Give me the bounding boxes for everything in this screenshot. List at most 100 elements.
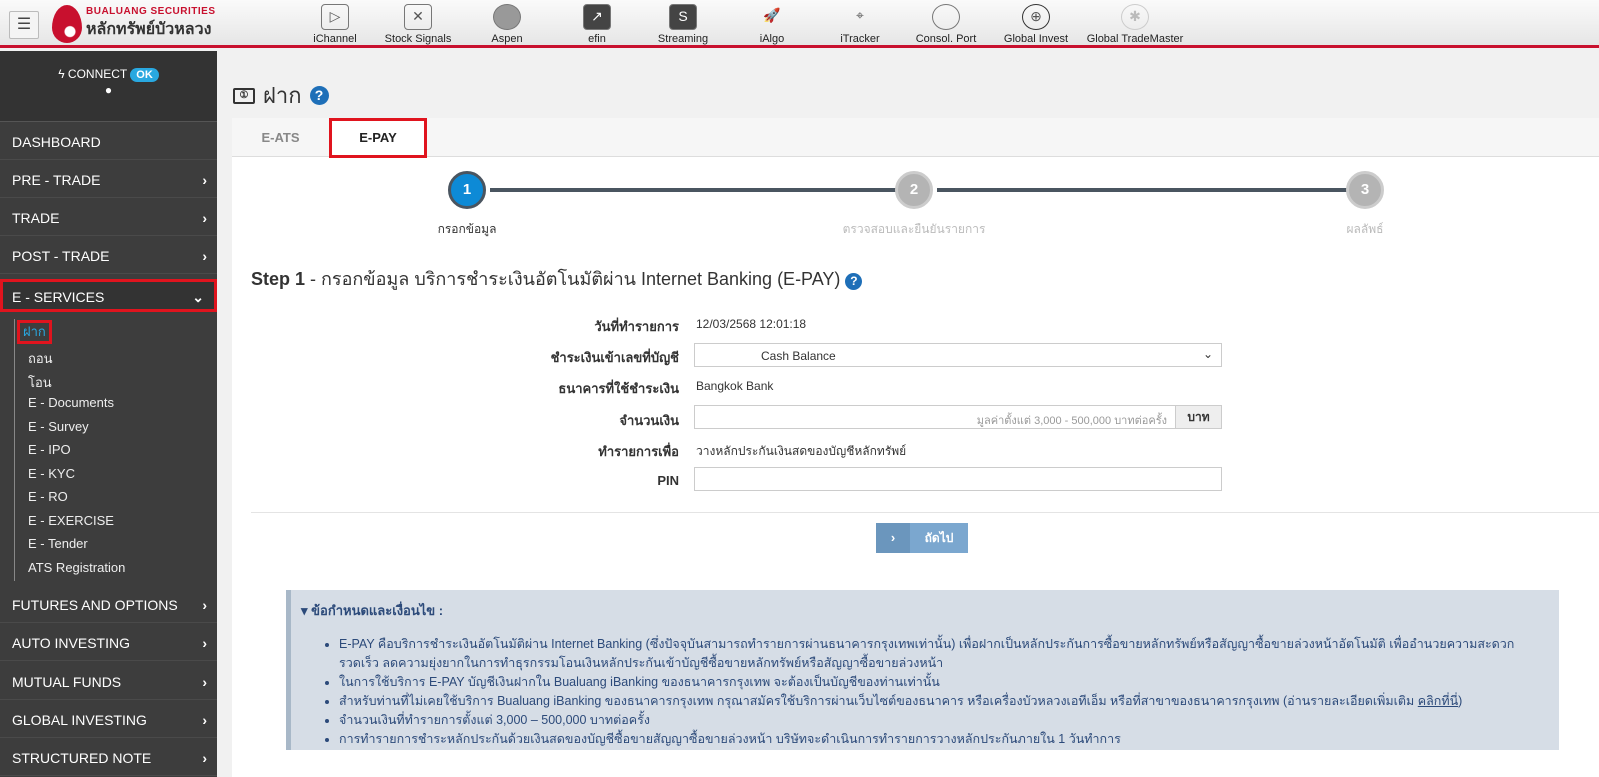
step-2-label: ตรวจสอบและยืนยันรายการ [842,222,986,236]
date-value: 12/03/2568 12:01:18 [696,317,807,331]
app-label: Consol. Port [915,33,977,45]
sidebar-item-mutual-funds[interactable]: MUTUAL FUNDS › [0,664,217,700]
sidebar-subitem-e-documents[interactable]: E - Documents [28,395,114,410]
app-global-invest[interactable]: ⊕ Global Invest [1000,4,1072,45]
next-button[interactable]: › ถัดไป [876,523,968,553]
sidebar-item-trade[interactable]: TRADE › [0,200,217,236]
pie-chart-icon [932,4,960,30]
nav-label: GLOBAL INVESTING [12,712,147,728]
terms-item: E-PAY คือบริการชำระเงินอัตโนมัติผ่าน Int… [339,635,1549,673]
sidebar-item-structured-note[interactable]: STRUCTURED NOTE › [0,740,217,776]
chevron-right-icon: › [202,597,207,613]
step-2: 2 [895,171,933,209]
sidebar-subitem-e-ro[interactable]: E - RO [28,489,68,504]
sidebar-item-auto-investing[interactable]: AUTO INVESTING › [0,625,217,661]
tab-e-pay[interactable]: E-PAY [329,118,427,158]
chevron-down-icon: ⌄ [192,289,204,305]
bank-value: Bangkok Bank [696,379,774,393]
terms-item: ในการใช้บริการ E-PAY บัญชีเงินฝากใน Bual… [339,673,1549,692]
sidebar-item-global-investing[interactable]: GLOBAL INVESTING › [0,702,217,738]
click-here-link[interactable]: คลิกที่นี่ [1418,694,1458,708]
amount-placeholder: มูลค่าตั้งแต่ 3,000 - 500,000 บาทต่อครั้… [976,415,1167,427]
terms-title: ข้อกำหนดและเงื่อนไข : [311,603,444,618]
nav-label: MUTUAL FUNDS [12,674,122,690]
sidebar-subitem-e-exercise[interactable]: E - EXERCISE [28,513,114,528]
app-stock-signals[interactable]: ✕ Stock Signals [383,4,453,45]
video-icon: ▷ [321,4,349,30]
chevron-right-icon: › [202,210,207,226]
chevron-right-icon: › [202,248,207,264]
nav-label: AUTO INVESTING [12,635,130,651]
chevron-right-icon: › [202,635,207,651]
sidebar-subitem-e-survey[interactable]: E - Survey [28,419,89,434]
account-select-value: Cash Balance [761,349,836,363]
sidebar-subitem-e-kyc[interactable]: E - KYC [28,466,75,481]
sidebar-item-futures-options[interactable]: FUTURES AND OPTIONS › [0,587,217,623]
tab-e-ats[interactable]: E-ATS [232,118,329,157]
sidebar-subitem-e-ipo[interactable]: E - IPO [28,442,71,457]
lightning-icon: ϟ [58,67,65,81]
logo[interactable]: BUALUANG SECURITIES หลักทรัพย์บัวหลวง [52,5,216,43]
chevron-right-icon: › [202,674,207,690]
app-label: iTracker [840,33,880,45]
app-itracker[interactable]: ⌖ iTracker [835,4,885,45]
nav-label: FUTURES AND OPTIONS [12,597,178,613]
app-label: Streaming [657,33,709,45]
app-efin[interactable]: ↗ efin [575,4,619,45]
sidebar-item-pre-trade[interactable]: PRE - TRADE › [0,162,217,198]
chevron-right-icon: › [202,750,207,766]
globe-icon [493,4,521,30]
step-3-label: ผลลัพธ์ [1346,222,1384,236]
page-title: ① ฝาก ? [233,78,329,113]
page-title-text: ฝาก [263,83,302,108]
connection-status: ϟ CONNECT OK ● [0,51,217,122]
app-global-trademaster[interactable]: ✱ Global TradeMaster [1083,4,1187,45]
app-label: efin [588,33,606,45]
terms-toggle[interactable]: ▾ ข้อกำหนดและเงื่อนไข : [301,600,1549,621]
step-connector [937,188,1349,192]
nav-label: PRE - TRADE [12,172,101,188]
pin-input[interactable] [694,467,1222,491]
app-streaming[interactable]: S Streaming [652,4,714,45]
app-consol-port[interactable]: Consol. Port [913,4,979,45]
user-icon[interactable]: ● [0,83,217,97]
nav-label: STRUCTURED NOTE [12,750,152,766]
connect-label: CONNECT [67,67,128,81]
sidebar-item-e-services[interactable]: E - SERVICES ⌄ [0,279,217,312]
purpose-value: วางหลักประกันเงินสดของบัญชีหลักทรัพย์ [696,444,907,458]
sidebar-item-dashboard[interactable]: DASHBOARD [0,124,217,160]
logo-text-th: หลักทรัพย์บัวหลวง [86,21,212,38]
amount-unit: บาท [1175,405,1222,429]
help-icon[interactable]: ? [845,273,863,290]
network-icon: ✱ [1121,4,1149,30]
sidebar-subitem-deposit[interactable]: ฝาก [17,320,52,344]
amount-input[interactable]: มูลค่าตั้งแต่ 3,000 - 500,000 บาทต่อครั้… [694,405,1176,429]
app-ichannel[interactable]: ▷ iChannel [305,4,365,45]
app-ialgo[interactable]: 🚀 iAlgo [750,4,794,45]
account-label: ชำระเงินเข้าเลขที่บัญชี [550,350,679,365]
step-heading: Step 1 - กรอกข้อมูล บริการชำระเงินอัตโนม… [251,264,863,293]
sidebar-subitem-e-tender[interactable]: E - Tender [28,536,88,551]
rocket-icon: 🚀 [763,7,781,23]
sidebar-subitem-withdraw[interactable]: ถอน [28,348,53,369]
app-label: Global Invest [1003,33,1069,45]
top-header: ☰ BUALUANG SECURITIES หลักทรัพย์บัวหลวง ▷… [0,0,1599,48]
lotus-logo-icon [52,5,82,43]
chevron-down-icon: ⌄ [1202,347,1213,361]
app-label: Global TradeMaster [1086,33,1184,45]
arrow-icon: ↗ [583,4,611,30]
menu-toggle-button[interactable]: ☰ [9,11,39,39]
caret-down-icon: ▾ [301,603,308,618]
app-aspen[interactable]: Aspen [485,4,529,45]
app-label: Stock Signals [384,33,452,45]
sidebar-subitem-ats-registration[interactable]: ATS Registration [28,560,125,575]
nav-label: POST - TRADE [12,248,110,264]
sidebar-item-post-trade[interactable]: POST - TRADE › [0,238,217,274]
nav-label: DASHBOARD [12,134,101,150]
chevron-right-icon: › [202,172,207,188]
account-select[interactable]: Cash Balance ⌄ [694,343,1222,367]
step-1-label: กรอกข้อมูล [437,222,497,236]
help-icon[interactable]: ? [309,86,329,105]
status-badge: OK [130,68,159,82]
sidebar-subitem-transfer[interactable]: โอน [28,372,52,393]
